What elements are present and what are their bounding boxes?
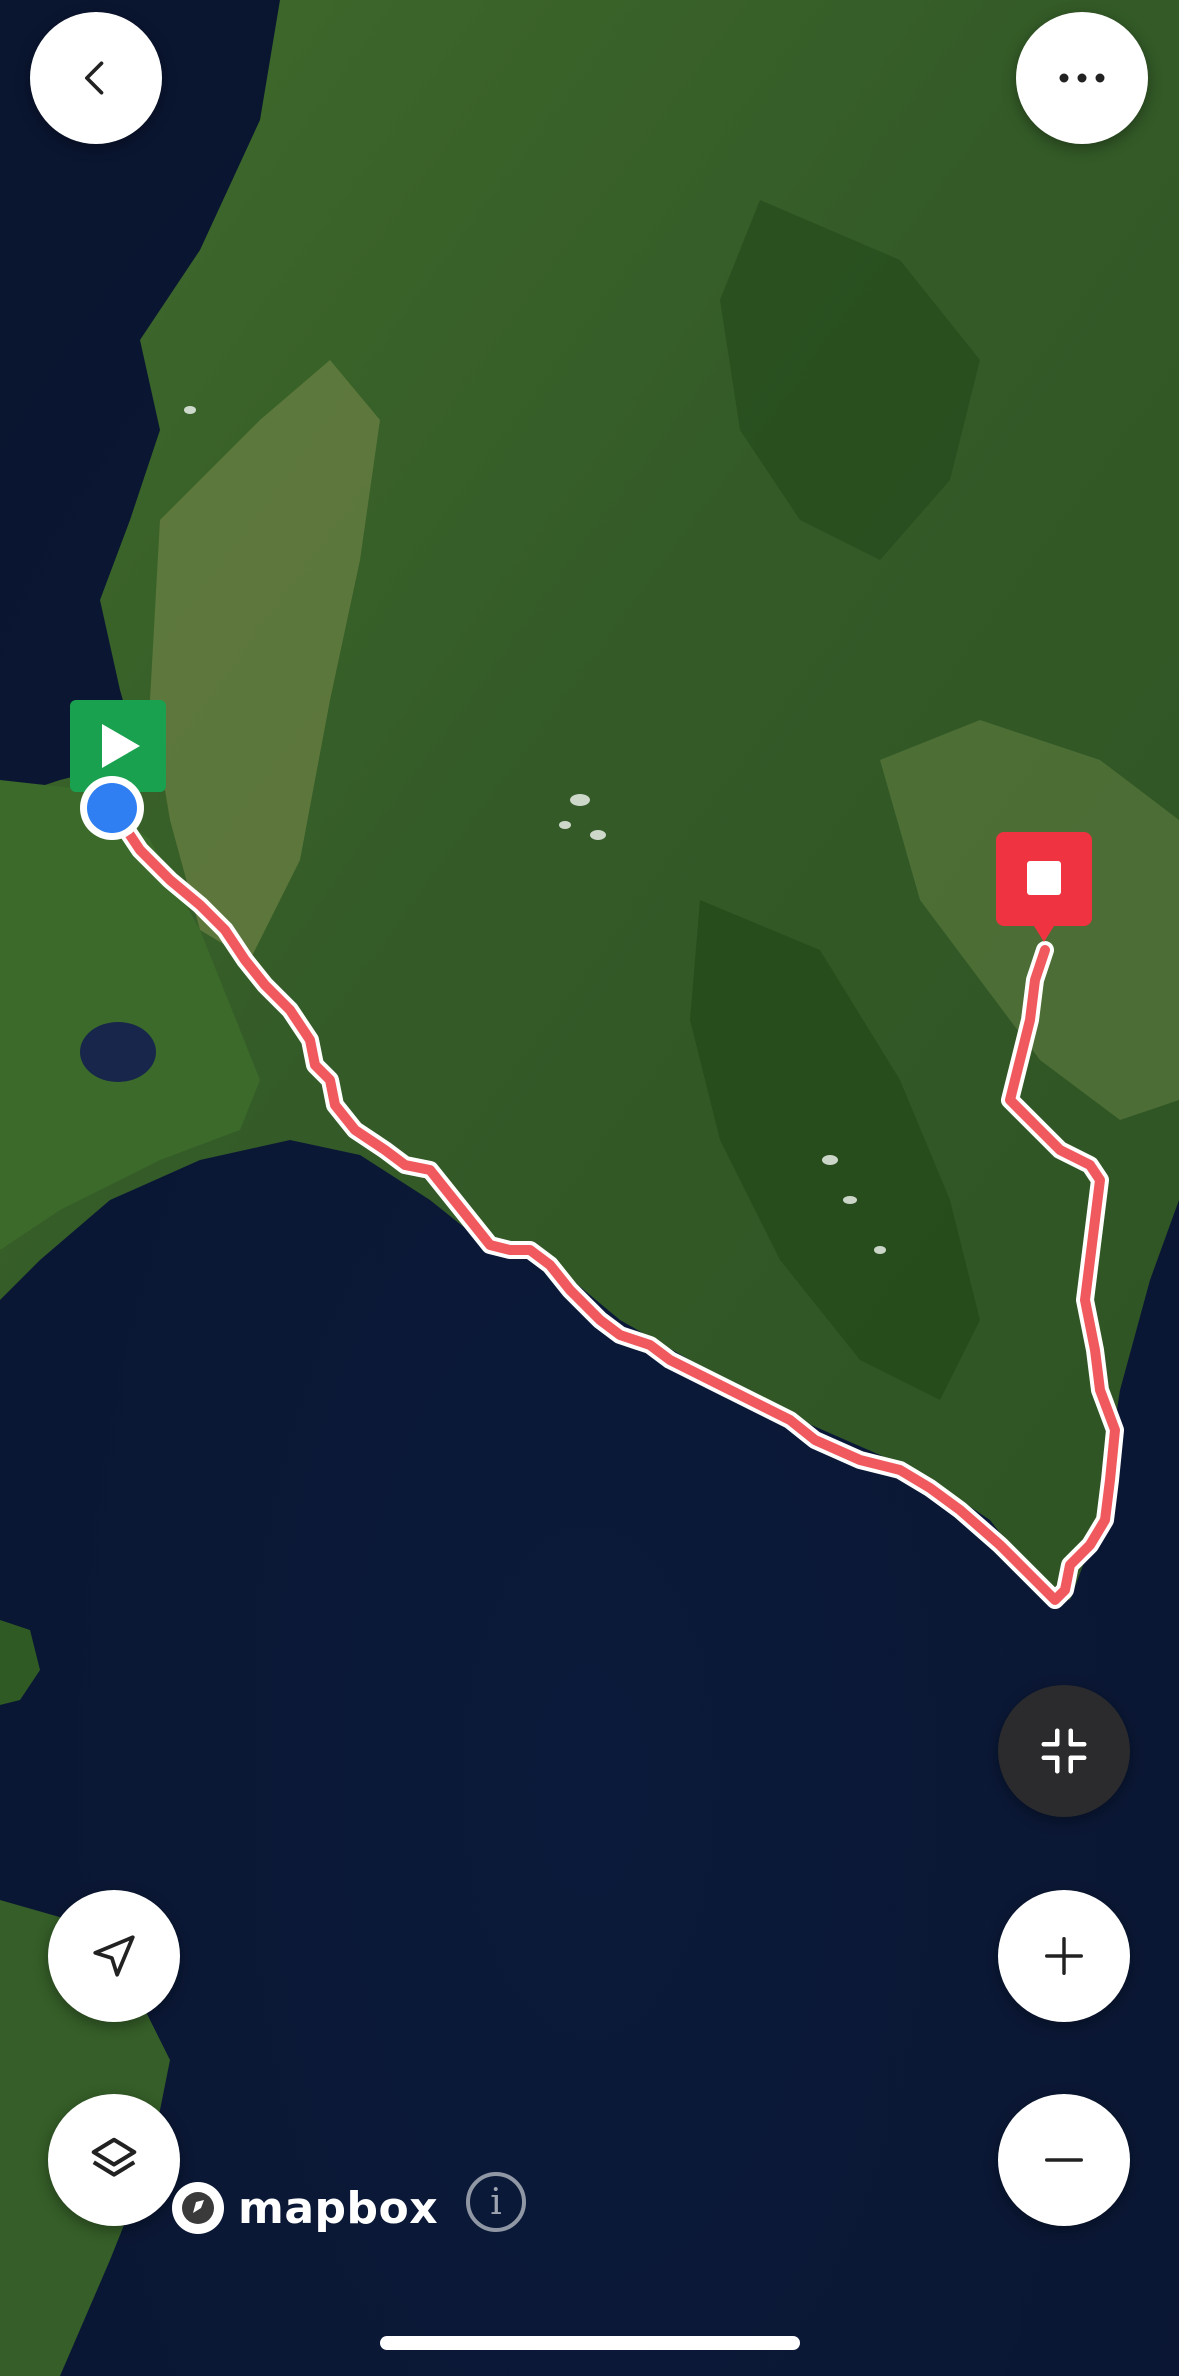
back-button[interactable]	[30, 12, 162, 144]
map-layers-button[interactable]	[48, 2094, 180, 2226]
chevron-left-icon	[85, 61, 104, 95]
mapbox-logo-text: mapbox	[238, 2182, 439, 2234]
minimize-icon	[1041, 1728, 1087, 1774]
zoom-in-button[interactable]	[998, 1890, 1130, 2022]
current-location-dot	[80, 776, 144, 840]
minus-icon	[1045, 2158, 1083, 2162]
collapse-map-button[interactable]	[998, 1685, 1130, 1817]
layers-icon	[91, 2137, 137, 2177]
plus-icon	[1045, 1937, 1083, 1975]
more-horizontal-icon	[1059, 73, 1105, 83]
navigation-arrow-icon	[93, 1935, 135, 1977]
lake	[80, 1022, 156, 1082]
attribution-info-button[interactable]: i	[466, 2172, 526, 2232]
home-indicator	[380, 2336, 800, 2350]
end-marker[interactable]	[996, 832, 1092, 942]
mapbox-logo-icon	[172, 2182, 224, 2234]
more-options-button[interactable]	[1016, 12, 1148, 144]
satellite-map[interactable]	[0, 0, 1179, 2376]
mapbox-logo[interactable]: mapbox	[170, 2180, 438, 2236]
locate-me-button[interactable]	[48, 1890, 180, 2022]
zoom-out-button[interactable]	[998, 2094, 1130, 2226]
